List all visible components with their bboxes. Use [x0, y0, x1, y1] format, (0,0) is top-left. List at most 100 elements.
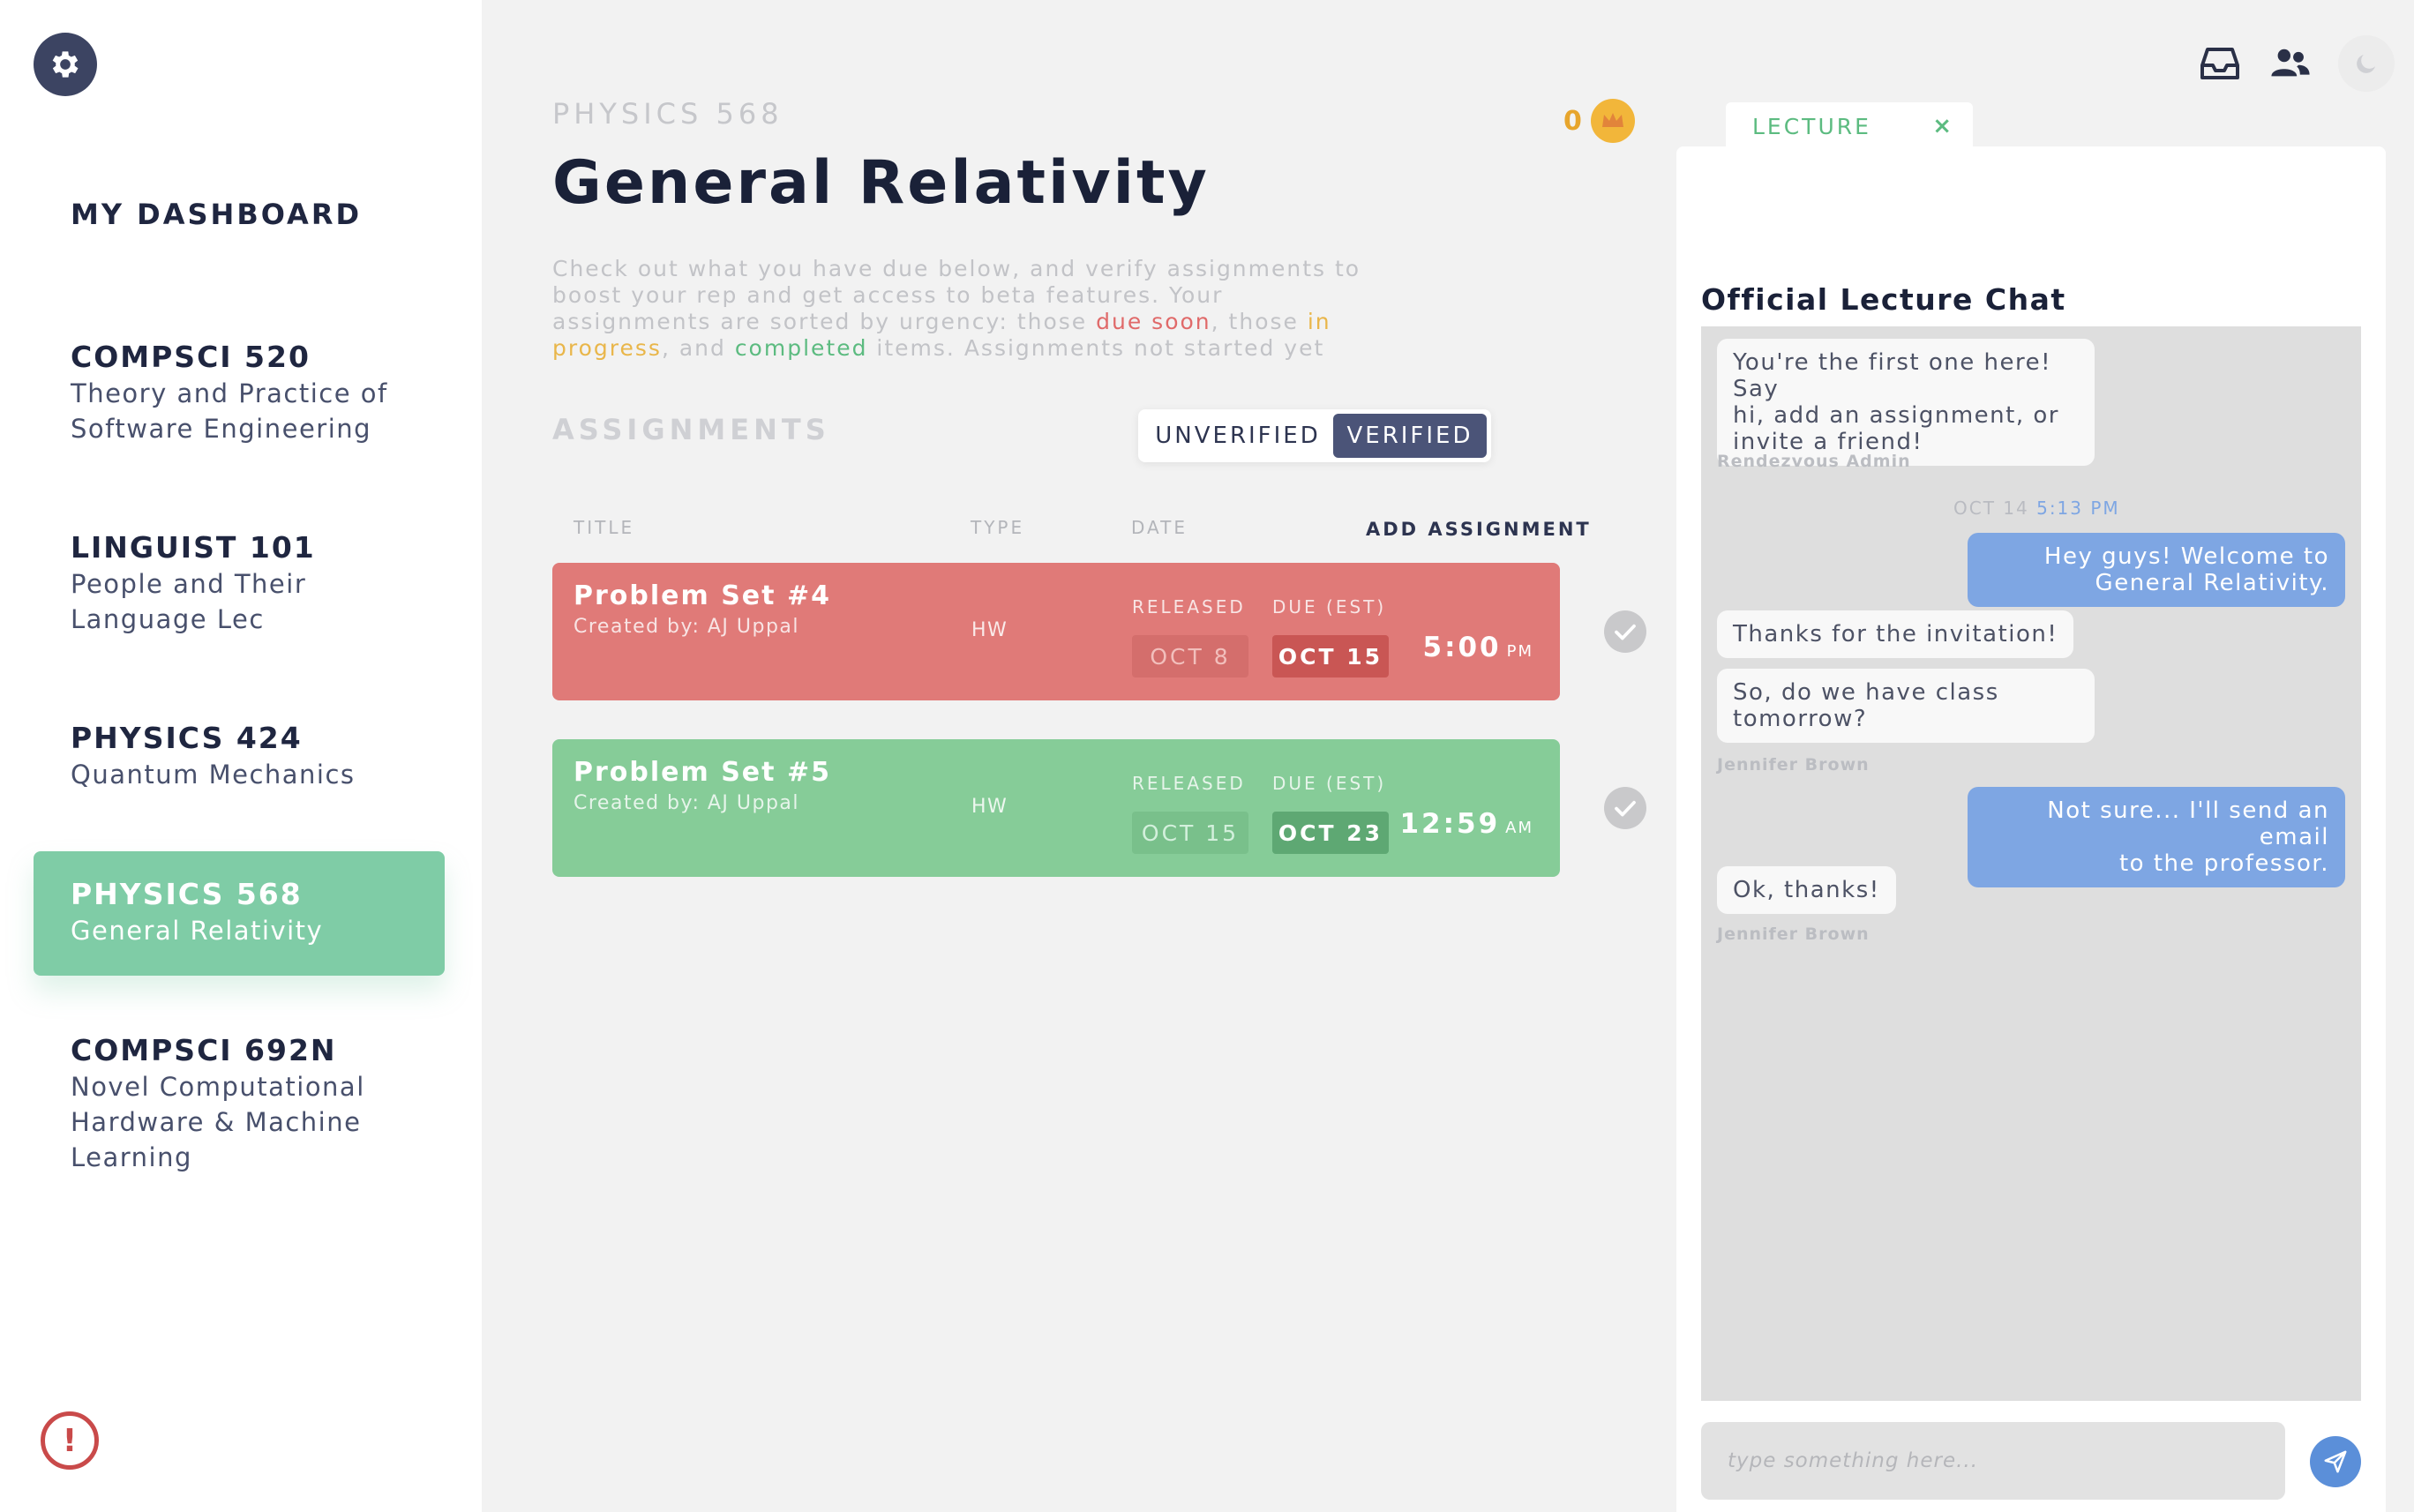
crown-coin-icon: [1590, 99, 1635, 143]
verified-toggle: UNVERIFIED VERIFIED: [1138, 409, 1491, 462]
chat-input[interactable]: [1701, 1422, 2285, 1500]
due-date: OCT 23: [1272, 812, 1389, 854]
released-date: OCT 15: [1132, 812, 1248, 854]
completed-keyword: completed: [734, 335, 868, 361]
message-line: to the professor.: [2118, 850, 2329, 877]
verified-option[interactable]: VERIFIED: [1333, 414, 1487, 458]
released-label: RELEASED: [1132, 773, 1246, 794]
sidebar-course-compsci-520[interactable]: COMPSCI 520 Theory and Practice of Softw…: [34, 339, 445, 446]
course-code: COMPSCI 520: [71, 340, 311, 374]
verify-assignment-button[interactable]: [1604, 787, 1646, 829]
course-name: Learning: [71, 1142, 192, 1172]
due-soon-keyword: due soon: [1096, 309, 1211, 334]
sidebar: MY DASHBOARD COMPSCI 520 Theory and Prac…: [0, 0, 482, 1512]
inbox-button[interactable]: [2197, 41, 2243, 86]
due-date: OCT 15: [1272, 635, 1389, 677]
chat-message-outgoing: Not sure... I'll send an email to the pr…: [1968, 787, 2345, 887]
assignment-card[interactable]: Problem Set #4 Created by: AJ Uppal HW R…: [552, 563, 1560, 700]
assignment-creator: Created by: AJ Uppal: [574, 792, 800, 814]
classmates-button[interactable]: [2268, 41, 2313, 86]
released-date: OCT 8: [1132, 635, 1248, 677]
message-line: Ok, thanks!: [1733, 877, 1880, 903]
gear-icon: [52, 51, 79, 78]
course-code: PHYSICS 424: [71, 721, 303, 755]
moon-icon: [2357, 55, 2375, 73]
verify-assignment-button[interactable]: [1604, 610, 1646, 653]
message-sender: Jennifer Brown: [1717, 924, 1870, 944]
course-code: PHYSICS 568: [71, 877, 303, 911]
report-issue-button[interactable]: !: [41, 1411, 99, 1470]
intro-part: , those: [1211, 309, 1308, 334]
column-header-title: TITLE: [574, 517, 635, 538]
message-line: General Relativity.: [2095, 570, 2329, 596]
course-name: Novel Computational: [71, 1072, 365, 1102]
send-button[interactable]: [2310, 1436, 2361, 1487]
due-time: 5:00 PM: [1423, 632, 1534, 663]
tab-lecture-label: LECTURE: [1752, 113, 1871, 139]
course-code: COMPSCI 692N: [71, 1033, 337, 1067]
sidebar-course-linguist-101[interactable]: LINGUIST 101 People and Their Language L…: [34, 529, 445, 637]
add-assignment-button[interactable]: ADD ASSIGNMENT: [1366, 519, 1592, 540]
top-toolbar: [2197, 35, 2395, 92]
assignment-title: Problem Set #4: [574, 580, 831, 611]
assignment-creator: Created by: AJ Uppal: [574, 616, 800, 638]
assignments-heading: ASSIGNMENTS: [552, 413, 830, 446]
column-header-type: TYPE: [971, 517, 1025, 538]
intro-part: , and: [661, 335, 735, 361]
chat-message-incoming: Thanks for the invitation!: [1717, 610, 2074, 658]
course-name: General Relativity: [71, 916, 324, 946]
message-line: So, do we have class: [1733, 679, 1999, 706]
sidebar-course-compsci-692n[interactable]: COMPSCI 692N Novel Computational Hardwar…: [34, 1032, 445, 1175]
tab-lecture[interactable]: LECTURE ×: [1726, 102, 1973, 150]
alert-icon: !: [62, 1422, 78, 1459]
due-label: DUE (EST): [1272, 596, 1387, 618]
course-code-label: PHYSICS 568: [552, 97, 783, 131]
column-header-date: DATE: [1131, 517, 1188, 538]
send-icon: [2324, 1450, 2347, 1473]
assignment-card[interactable]: Problem Set #5 Created by: AJ Uppal HW R…: [552, 739, 1560, 877]
message-line: Thanks for the invitation!: [1733, 621, 2058, 647]
unverified-option[interactable]: UNVERIFIED: [1143, 414, 1333, 458]
course-name: Software Engineering: [71, 414, 372, 444]
message-sender: Rendezvous Admin: [1717, 452, 1911, 471]
chat-title: Official Lecture Chat: [1701, 282, 2066, 317]
course-name: Theory and Practice of: [71, 378, 388, 408]
chat-messages[interactable]: You're the first one here! Say hi, add a…: [1701, 326, 2361, 1401]
users-icon: [2271, 49, 2310, 77]
close-icon[interactable]: ×: [1932, 113, 1952, 139]
course-name: People and Their: [71, 569, 307, 599]
assignment-title: Problem Set #5: [574, 757, 831, 788]
due-time-value: 12:59: [1399, 808, 1501, 840]
message-timestamp: OCT 14 5:13 PM: [1953, 498, 2120, 519]
course-name: Language Lec: [71, 604, 265, 634]
rep-counter: 0: [1563, 99, 1635, 143]
chat-message-incoming: You're the first one here! Say hi, add a…: [1717, 339, 2095, 466]
dark-mode-toggle[interactable]: [2338, 35, 2395, 92]
due-time-ampm: AM: [1505, 819, 1533, 837]
course-code: LINGUIST 101: [71, 530, 316, 565]
assignment-type: HW: [971, 619, 1008, 641]
due-label: DUE (EST): [1272, 773, 1387, 794]
sidebar-course-physics-568[interactable]: PHYSICS 568 General Relativity: [34, 851, 445, 976]
my-dashboard-link[interactable]: MY DASHBOARD: [71, 198, 362, 231]
check-icon: [1615, 800, 1636, 817]
check-icon: [1615, 624, 1636, 640]
intro-part: items. Assignments not started yet: [867, 335, 1325, 361]
rep-count: 0: [1563, 105, 1582, 137]
sidebar-course-physics-424[interactable]: PHYSICS 424 Quantum Mechanics: [34, 720, 445, 792]
timestamp-time: 5:13 PM: [2036, 498, 2120, 519]
intro-text: Check out what you have due below, and v…: [552, 256, 1373, 362]
settings-button[interactable]: [34, 33, 97, 96]
chat-message-incoming: So, do we have class tomorrow?: [1717, 669, 2095, 743]
message-line: You're the first one here! Say: [1733, 349, 2052, 402]
released-label: RELEASED: [1132, 596, 1246, 618]
message-line: Not sure... I'll send an email: [2047, 797, 2329, 850]
message-sender: Jennifer Brown: [1717, 755, 1870, 775]
assignment-type: HW: [971, 796, 1008, 818]
page-title: General Relativity: [552, 148, 1210, 218]
timestamp-date: OCT 14: [1953, 498, 2029, 519]
inbox-icon: [2200, 48, 2239, 79]
message-line: tomorrow?: [1733, 706, 1868, 732]
message-line: hi, add an assignment, or: [1733, 402, 2059, 429]
course-name: Hardware & Machine: [71, 1107, 362, 1137]
